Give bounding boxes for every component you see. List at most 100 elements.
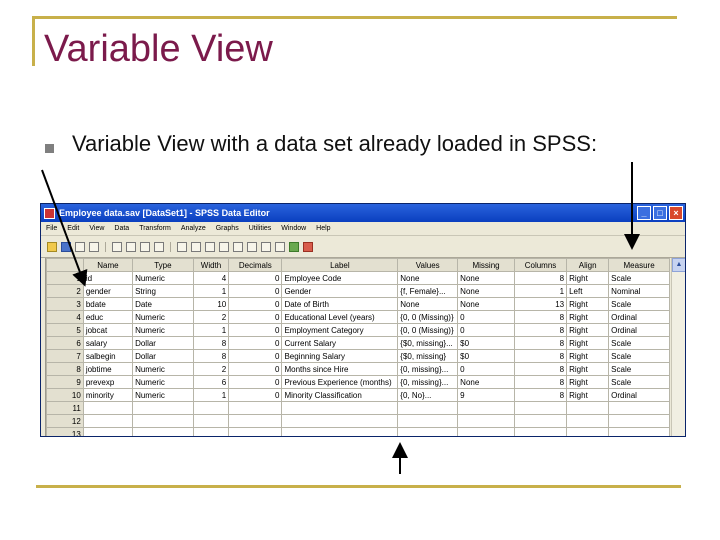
cell-values[interactable]: {0, 0 (Missing)}	[397, 310, 459, 324]
row-number[interactable]: 9	[46, 375, 84, 389]
cell-measure[interactable]: Scale	[608, 336, 670, 350]
cell-missing[interactable]: None	[457, 375, 515, 389]
cell-type[interactable]: Numeric	[132, 271, 194, 285]
redo-icon[interactable]	[126, 241, 136, 252]
cell-measure[interactable]: Scale	[608, 375, 670, 389]
cell-measure[interactable]: Ordinal	[608, 388, 670, 402]
cell-decimals[interactable]: 0	[228, 284, 283, 298]
cell-missing[interactable]: 9	[457, 388, 515, 402]
cell-missing[interactable]: $0	[457, 349, 515, 363]
cell-measure[interactable]: Scale	[608, 349, 670, 363]
cell-label[interactable]: Employee Code	[281, 271, 399, 285]
cell-width[interactable]	[192, 427, 230, 436]
cell-name[interactable]: id	[82, 271, 134, 285]
cell-align[interactable]: Right	[566, 323, 610, 337]
cell-decimals[interactable]: 0	[228, 297, 283, 311]
cell-columns[interactable]	[513, 427, 568, 436]
cell-type[interactable]: String	[132, 284, 194, 298]
close-button[interactable]: ×	[669, 206, 683, 220]
cell-measure[interactable]: Scale	[608, 271, 670, 285]
menu-item-window[interactable]: Window	[281, 225, 306, 232]
print-icon[interactable]	[75, 241, 85, 252]
cell-columns[interactable]: 8	[513, 388, 568, 402]
column-header-missing[interactable]: Missing	[457, 258, 515, 272]
cell-align[interactable]: Right	[566, 362, 610, 376]
column-header-align[interactable]: Align	[566, 258, 610, 272]
cell-width[interactable]: 4	[192, 271, 230, 285]
cell-width[interactable]: 8	[192, 349, 230, 363]
menu-item-file[interactable]: File	[46, 225, 57, 232]
cell-decimals[interactable]: 0	[228, 310, 283, 324]
cell-label[interactable]: Previous Experience (months)	[281, 375, 399, 389]
menu-item-help[interactable]: Help	[316, 225, 330, 232]
cell-missing[interactable]	[457, 401, 515, 415]
row-number[interactable]: 5	[46, 323, 84, 337]
cell-label[interactable]	[281, 427, 399, 436]
cell-align[interactable]	[566, 401, 610, 415]
cell-columns[interactable]	[513, 401, 568, 415]
cell-missing[interactable]: None	[457, 271, 515, 285]
cell-missing[interactable]	[457, 427, 515, 436]
cell-label[interactable]: Beginning Salary	[281, 349, 399, 363]
column-header-decimals[interactable]: Decimals	[228, 258, 283, 272]
cell-decimals[interactable]: 0	[228, 362, 283, 376]
cell-width[interactable]: 2	[192, 310, 230, 324]
cell-width[interactable]: 1	[192, 284, 230, 298]
row-number[interactable]: 3	[46, 297, 84, 311]
value-labels-icon[interactable]	[275, 241, 285, 252]
minimize-button[interactable]: _	[637, 206, 651, 220]
cell-columns[interactable]: 8	[513, 362, 568, 376]
cell-type[interactable]	[132, 401, 194, 415]
cell-align[interactable]: Right	[566, 375, 610, 389]
column-header-label[interactable]: Label	[281, 258, 399, 272]
menu-item-view[interactable]: View	[89, 225, 104, 232]
cell-missing[interactable]: None	[457, 297, 515, 311]
cell-measure[interactable]: Nominal	[608, 284, 670, 298]
cell-label[interactable]: Minority Classification	[281, 388, 399, 402]
undo-icon[interactable]	[112, 241, 122, 252]
goto-chart-icon[interactable]	[140, 241, 150, 252]
cell-label[interactable]: Months since Hire	[281, 362, 399, 376]
save-icon[interactable]	[61, 241, 71, 252]
cell-name[interactable]: bdate	[82, 297, 134, 311]
cell-align[interactable]: Right	[566, 336, 610, 350]
cell-width[interactable]: 2	[192, 362, 230, 376]
cell-measure[interactable]: Scale	[608, 362, 670, 376]
cell-missing[interactable]: 0	[457, 362, 515, 376]
cell-columns[interactable]: 8	[513, 336, 568, 350]
cell-width[interactable]	[192, 401, 230, 415]
cell-align[interactable]: Left	[566, 284, 610, 298]
cell-columns[interactable]: 8	[513, 349, 568, 363]
cell-type[interactable]: Dollar	[132, 336, 194, 350]
cell-name[interactable]: salary	[82, 336, 134, 350]
cell-label[interactable]: Current Salary	[281, 336, 399, 350]
cell-values[interactable]: None	[397, 297, 459, 311]
variables-icon[interactable]	[177, 241, 187, 252]
cell-name[interactable]	[82, 401, 134, 415]
row-number[interactable]: 12	[46, 414, 84, 428]
cell-label[interactable]	[281, 401, 399, 415]
cell-columns[interactable]: 8	[513, 310, 568, 324]
cell-values[interactable]: {0, No}...	[397, 388, 459, 402]
cell-measure[interactable]	[608, 427, 670, 436]
cell-columns[interactable]: 8	[513, 271, 568, 285]
cell-align[interactable]	[566, 427, 610, 436]
row-number[interactable]: 1	[46, 271, 84, 285]
cell-width[interactable]	[192, 414, 230, 428]
row-number[interactable]: 10	[46, 388, 84, 402]
cell-name[interactable]: gender	[82, 284, 134, 298]
cell-measure[interactable]: Scale	[608, 297, 670, 311]
find-icon[interactable]	[191, 241, 201, 252]
cell-measure[interactable]: Ordinal	[608, 323, 670, 337]
cell-decimals[interactable]	[228, 401, 283, 415]
goto-case-icon[interactable]	[154, 241, 164, 252]
scroll-up-icon[interactable]: ▲	[672, 258, 685, 272]
cell-width[interactable]: 1	[192, 388, 230, 402]
cell-decimals[interactable]: 0	[228, 375, 283, 389]
cell-type[interactable]: Numeric	[132, 375, 194, 389]
insert-variable-icon[interactable]	[219, 241, 229, 252]
cell-values[interactable]: {0, missing}...	[397, 375, 459, 389]
cell-align[interactable]: Right	[566, 310, 610, 324]
show-all-variables-icon[interactable]	[303, 241, 313, 252]
menu-item-utilities[interactable]: Utilities	[249, 225, 272, 232]
